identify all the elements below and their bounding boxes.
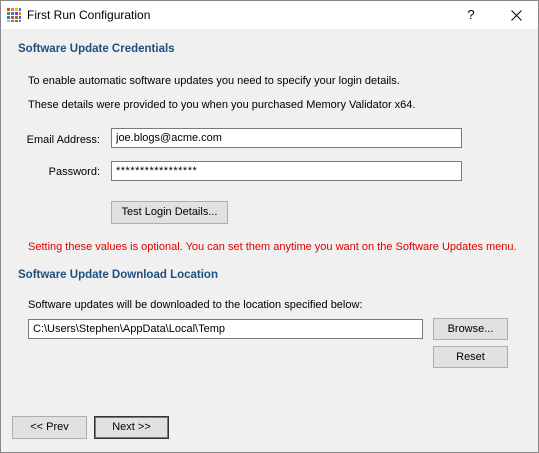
app-grid-icon: [7, 8, 21, 22]
title-bar: First Run Configuration ?: [1, 1, 538, 29]
credentials-intro-line2: These details were provided to you when …: [28, 99, 416, 111]
close-button[interactable]: [501, 5, 531, 25]
download-heading: Software Update Download Location: [18, 269, 218, 281]
optional-note: Setting these values is optional. You ca…: [28, 241, 517, 253]
password-field[interactable]: *****************: [111, 161, 462, 181]
download-path-field[interactable]: [28, 319, 423, 339]
window-title: First Run Configuration: [27, 8, 151, 22]
download-description: Software updates will be downloaded to t…: [28, 299, 363, 311]
help-button[interactable]: ?: [459, 5, 483, 25]
browse-button[interactable]: Browse...: [433, 318, 508, 340]
password-label: Password:: [48, 166, 100, 178]
email-field[interactable]: [111, 128, 462, 148]
credentials-intro-line1: To enable automatic software updates you…: [28, 75, 400, 87]
email-label: Email Address:: [26, 134, 100, 146]
credentials-heading: Software Update Credentials: [18, 43, 175, 55]
next-button[interactable]: Next >>: [94, 416, 169, 439]
prev-button[interactable]: << Prev: [12, 416, 87, 439]
dialog-window: First Run Configuration ? Software Updat…: [0, 0, 539, 453]
reset-button[interactable]: Reset: [433, 346, 508, 368]
close-icon: [510, 9, 522, 21]
test-login-button[interactable]: Test Login Details...: [111, 201, 228, 224]
